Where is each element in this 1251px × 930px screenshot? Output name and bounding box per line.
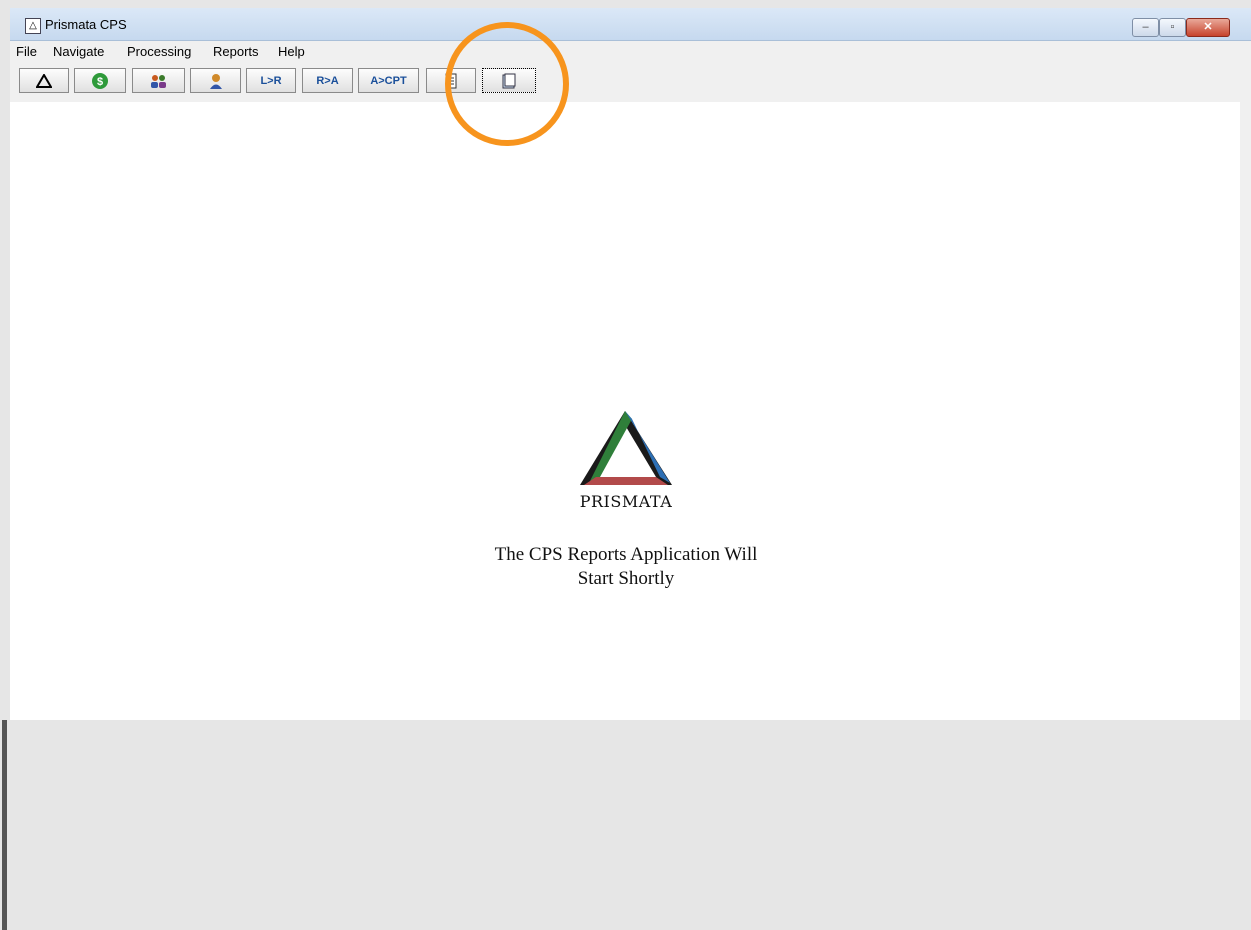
minimize-button[interactable]: – <box>1132 18 1159 37</box>
toolbar-billing-button[interactable]: $ <box>74 68 126 93</box>
triangle-icon <box>36 73 52 88</box>
page-icon <box>502 73 516 88</box>
toolbar: $ L>R R>A A>CPT <box>10 62 1251 100</box>
menu-processing[interactable]: Processing <box>127 44 191 59</box>
person-icon <box>209 73 222 89</box>
menu-help[interactable]: Help <box>278 44 305 59</box>
toolbar-physicians-button[interactable] <box>190 68 241 93</box>
window-title: Prismata CPS <box>45 17 127 32</box>
taskbar-edge <box>2 720 7 930</box>
dollar-icon: $ <box>92 72 108 89</box>
toolbar-prismata-button[interactable] <box>19 68 69 93</box>
title-bar: △ Prismata CPS – ▫ ✕ <box>10 8 1251 41</box>
toolbar-r-to-a-button[interactable]: R>A <box>302 68 353 93</box>
maximize-button[interactable]: ▫ <box>1159 18 1186 37</box>
toolbar-l-to-r-button[interactable]: L>R <box>246 68 296 93</box>
document-icon <box>445 73 457 88</box>
status-bar <box>10 720 1246 930</box>
splash-message-line1: The CPS Reports Application Will <box>494 544 758 565</box>
toolbar-page-button[interactable] <box>482 68 536 93</box>
maximize-icon: ▫ <box>1170 21 1175 33</box>
users-icon <box>150 74 166 88</box>
logo-wordmark: PRISMATA <box>579 492 673 511</box>
menu-bar: File Navigate Processing Reports Help <box>10 41 1251 61</box>
menu-reports[interactable]: Reports <box>213 44 259 59</box>
menu-file[interactable]: File <box>16 44 37 59</box>
toolbar-document-button[interactable] <box>426 68 476 93</box>
svg-text:$: $ <box>97 76 103 88</box>
splash-message-line2: Start Shortly <box>577 568 675 589</box>
toolbar-patients-button[interactable] <box>132 68 185 93</box>
close-icon: ✕ <box>1203 21 1213 33</box>
prismata-app-icon: △ <box>25 18 41 34</box>
close-button[interactable]: ✕ <box>1186 18 1230 37</box>
toolbar-a-to-cpt-button[interactable]: A>CPT <box>358 68 419 93</box>
minimize-icon: – <box>1142 21 1149 33</box>
menu-navigate[interactable]: Navigate <box>53 44 104 59</box>
